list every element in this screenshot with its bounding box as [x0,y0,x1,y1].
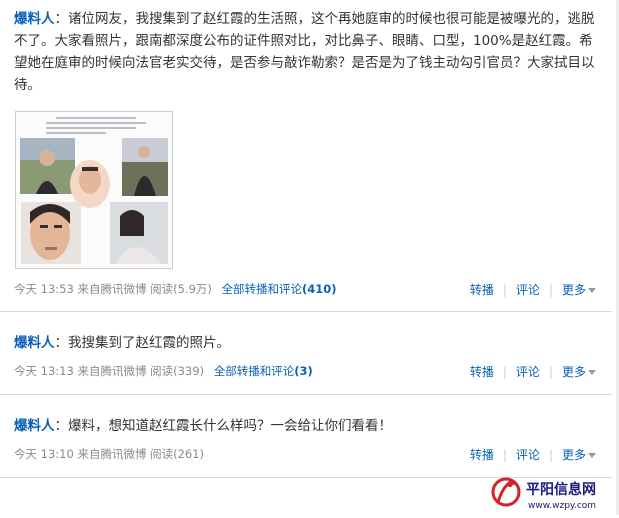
read-count: 阅读(339) [150,364,205,378]
more-label: 更多 [561,448,586,462]
author-name[interactable]: 爆料人 [14,418,55,434]
post-actions: 转播 | 评论 | 更多 [470,446,596,463]
forward-button[interactable]: 转播 [470,365,494,379]
weibo-feed: 爆料人：诸位网友，我搜集到了赵红霞的生活照，这个再她庭审的时候也很可能是被曝光的… [0,0,619,515]
post-source: 来自腾讯微博 [77,364,147,378]
author-name[interactable]: 爆料人 [14,335,55,351]
comment-button[interactable]: 评论 [516,448,540,462]
all-forward-comment-label: 全部转播和评论 [213,364,295,378]
feed-post: 爆料人：爆料，想知道赵红霞长什么样吗？一会给让你们看看！ 今天 13:10 来自… [0,395,612,478]
site-watermark: 平阳信息网 www.wzpy.com [488,472,616,514]
watermark-url: www.wzpy.com [528,501,596,511]
post-time[interactable]: 今天 13:10 [14,447,74,461]
forward-button[interactable]: 转播 [470,448,494,462]
more-label: 更多 [561,283,586,297]
post-source: 来自腾讯微博 [77,282,147,296]
more-label: 更多 [561,365,586,379]
photo-collage [16,112,172,268]
more-button[interactable]: 更多 [562,283,596,297]
more-button[interactable]: 更多 [562,448,596,462]
forward-button[interactable]: 转播 [470,283,494,297]
author-name[interactable]: 爆料人 [14,11,55,27]
author-separator: ： [54,418,69,434]
watermark-name: 平阳信息网 [526,481,596,498]
post-source: 来自腾讯微博 [77,447,147,461]
post-meta: 今天 13:13 来自腾讯微博 阅读(339) 全部转播和评论(3) [14,363,313,379]
more-button[interactable]: 更多 [562,365,596,379]
all-forward-comment-label: 全部转播和评论 [221,282,303,296]
post-actions: 转播 | 评论 | 更多 [470,281,596,298]
post-meta: 今天 13:10 来自腾讯微博 阅读(261) [14,446,204,462]
post-meta: 今天 13:53 来自腾讯微博 阅读(5.9万) 全部转播和评论(410) [14,281,337,297]
post-body: 我搜集到了赵红霞的照片。 [68,335,230,351]
action-divider: | [548,283,553,297]
all-forward-comment-count: (3) [294,364,313,378]
post-time[interactable]: 今天 13:13 [14,364,74,378]
action-divider: | [548,365,553,379]
post-text: 爆料人：爆料，想知道赵红霞长什么样吗？一会给让你们看看！ [14,415,599,437]
post-text: 爆料人：我搜集到了赵红霞的照片。 [14,332,599,354]
all-forward-comment-count: (410) [302,282,337,296]
author-separator: ： [54,335,69,351]
photo-thumbnail[interactable] [15,111,173,269]
watermark-logo-icon: 平阳信息网 www.wzpy.com [491,477,596,511]
read-count: 阅读(261) [150,447,205,461]
read-count: 阅读(5.9万) [150,282,212,296]
post-body: 爆料，想知道赵红霞长什么样吗？一会给让你们看看！ [68,418,392,434]
chevron-down-icon [588,370,596,375]
chevron-down-icon [588,453,596,458]
feed-post: 爆料人：我搜集到了赵红霞的照片。 今天 13:13 来自腾讯微博 阅读(339)… [0,312,612,395]
post-body: 诸位网友，我搜集到了赵红霞的生活照，这个再她庭审的时候也很可能是被曝光的，逃脱不… [14,11,595,93]
comment-button[interactable]: 评论 [516,283,540,297]
post-actions: 转播 | 评论 | 更多 [470,363,596,380]
all-forward-comment-link[interactable]: 全部转播和评论(3) [214,364,313,378]
post-text: 爆料人：诸位网友，我搜集到了赵红霞的生活照，这个再她庭审的时候也很可能是被曝光的… [14,8,599,96]
action-divider: | [548,448,553,462]
feed-post: 爆料人：诸位网友，我搜集到了赵红霞的生活照，这个再她庭审的时候也很可能是被曝光的… [0,0,612,312]
action-divider: | [502,448,507,462]
action-divider: | [502,365,507,379]
chevron-down-icon [588,288,596,293]
all-forward-comment-link[interactable]: 全部转播和评论(410) [222,282,337,296]
action-divider: | [502,283,507,297]
comment-button[interactable]: 评论 [516,365,540,379]
post-time[interactable]: 今天 13:53 [14,282,74,296]
author-separator: ： [54,11,69,27]
